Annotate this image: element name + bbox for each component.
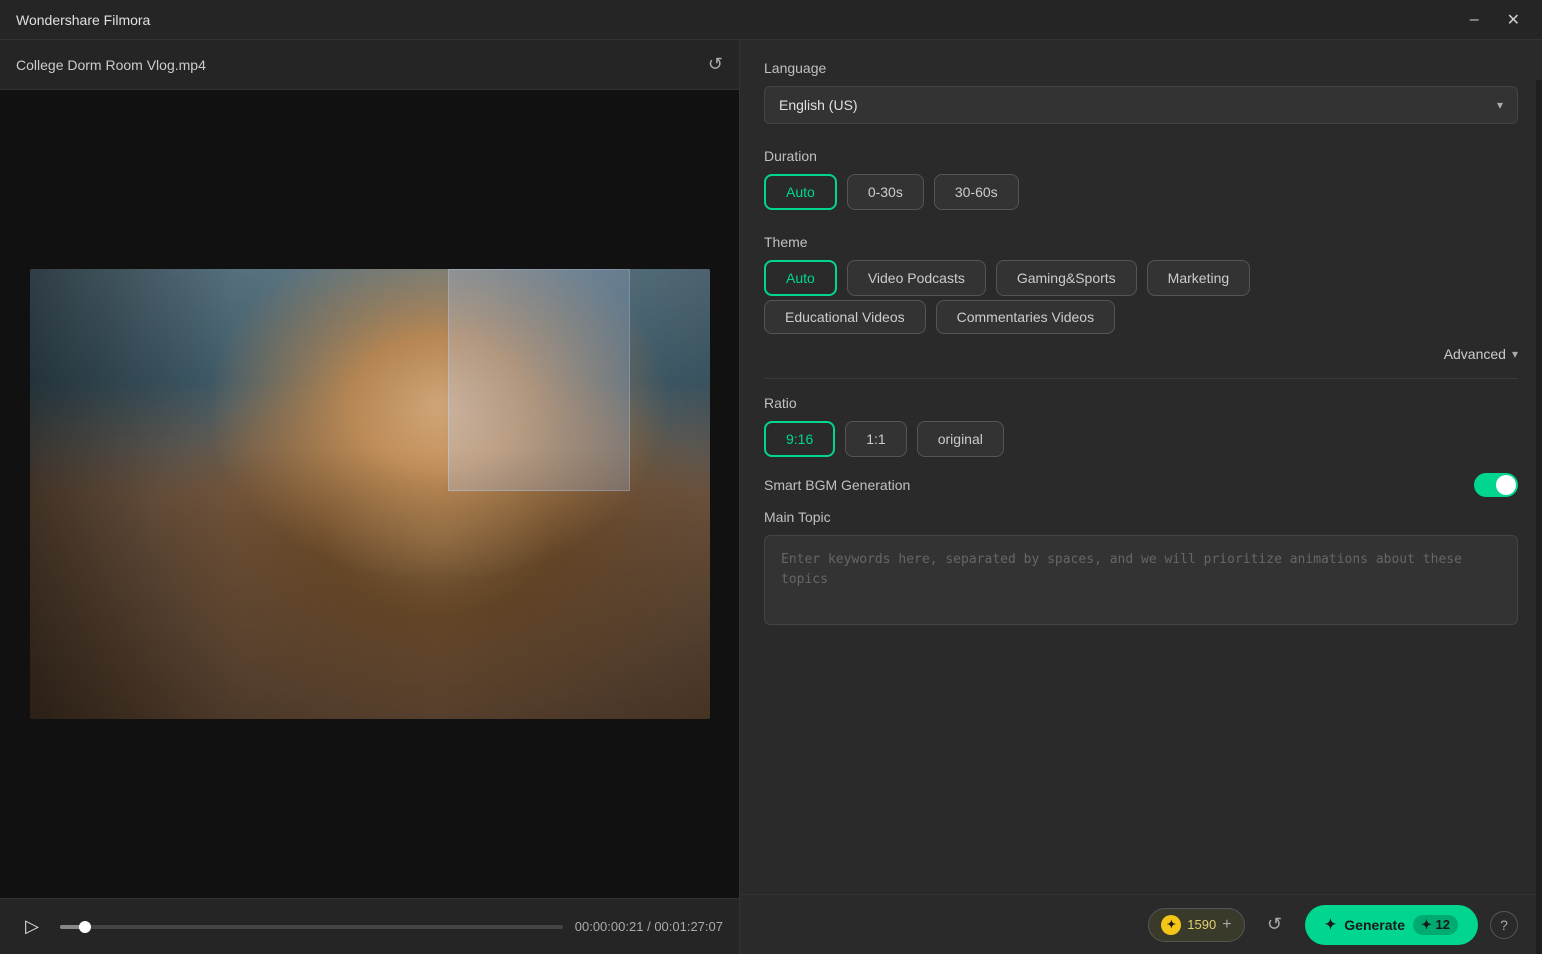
generate-count-badge: ✦ 12 bbox=[1413, 915, 1458, 935]
theme-marketing-button[interactable]: Marketing bbox=[1147, 260, 1250, 296]
video-thumbnail bbox=[30, 269, 710, 719]
bottom-bar: ✦ 1590 + ↺ ✦ Generate ✦ 12 ? bbox=[740, 894, 1542, 954]
advanced-section[interactable]: Advanced ▾ bbox=[764, 338, 1518, 370]
smart-bgm-row: Smart BGM Generation bbox=[764, 473, 1518, 497]
ratio-1-1-button[interactable]: 1:1 bbox=[845, 421, 906, 457]
generate-button[interactable]: ✦ Generate ✦ 12 bbox=[1305, 905, 1478, 945]
credit-plus-button[interactable]: + bbox=[1222, 916, 1231, 934]
titlebar: Wondershare Filmora – ✕ bbox=[0, 0, 1542, 40]
current-time: 00:00:00:21 bbox=[575, 919, 644, 934]
main-layout: College Dorm Room Vlog.mp4 ↺ ▷ 00:00:00:… bbox=[0, 40, 1542, 954]
theme-options-row1: Auto Video Podcasts Gaming&Sports Market… bbox=[764, 260, 1518, 296]
main-topic-label: Main Topic bbox=[764, 509, 1518, 525]
duration-label: Duration bbox=[764, 148, 1518, 164]
language-label: Language bbox=[764, 60, 1518, 76]
file-name: College Dorm Room Vlog.mp4 bbox=[16, 57, 206, 73]
video-controls: ▷ 00:00:00:21 / 00:01:27:07 bbox=[0, 898, 739, 954]
ratio-original-button[interactable]: original bbox=[917, 421, 1004, 457]
right-panel: Language English (US) ▾ Duration Auto 0-… bbox=[740, 40, 1542, 954]
video-container bbox=[0, 90, 739, 898]
generate-icon: ✦ bbox=[1325, 916, 1337, 933]
ratio-options: 9:16 1:1 original bbox=[764, 421, 1518, 457]
progress-thumb bbox=[79, 921, 91, 933]
time-display: 00:00:00:21 / 00:01:27:07 bbox=[575, 919, 723, 934]
main-topic-input[interactable] bbox=[764, 535, 1518, 625]
total-time: 00:01:27:07 bbox=[654, 919, 723, 934]
refresh-action-icon: ↺ bbox=[1267, 914, 1282, 935]
video-frame bbox=[30, 269, 710, 719]
theme-label: Theme bbox=[764, 234, 1518, 250]
dropdown-arrow-icon: ▾ bbox=[1497, 98, 1503, 112]
generate-label: Generate bbox=[1344, 917, 1405, 933]
app-title: Wondershare Filmora bbox=[16, 12, 150, 28]
theme-auto-button[interactable]: Auto bbox=[764, 260, 837, 296]
theme-educational-button[interactable]: Educational Videos bbox=[764, 300, 926, 334]
credit-icon: ✦ bbox=[1161, 915, 1181, 935]
generate-count: 12 bbox=[1436, 917, 1450, 932]
generate-icon-2: ✦ bbox=[1421, 917, 1432, 932]
language-selected: English (US) bbox=[779, 97, 858, 113]
theme-options-row2: Educational Videos Commentaries Videos bbox=[764, 300, 1518, 334]
credit-amount: 1590 bbox=[1187, 917, 1216, 932]
duration-30-60s-button[interactable]: 30-60s bbox=[934, 174, 1019, 210]
play-icon: ▷ bbox=[25, 916, 39, 937]
toggle-knob bbox=[1496, 475, 1516, 495]
help-button[interactable]: ? bbox=[1490, 911, 1518, 939]
duration-auto-button[interactable]: Auto bbox=[764, 174, 837, 210]
refresh-button[interactable]: ↺ bbox=[708, 54, 723, 75]
time-separator: / bbox=[647, 919, 651, 934]
ratio-label: Ratio bbox=[764, 395, 1518, 411]
file-bar: College Dorm Room Vlog.mp4 ↺ bbox=[0, 40, 739, 90]
bottom-spacer bbox=[764, 625, 1518, 695]
advanced-arrow-icon: ▾ bbox=[1512, 347, 1518, 361]
theme-commentaries-button[interactable]: Commentaries Videos bbox=[936, 300, 1115, 334]
duration-options: Auto 0-30s 30-60s bbox=[764, 174, 1518, 210]
play-button[interactable]: ▷ bbox=[16, 911, 48, 943]
scrollbar[interactable] bbox=[1536, 80, 1542, 954]
window-controls: – ✕ bbox=[1464, 8, 1526, 32]
credit-badge: ✦ 1590 + bbox=[1148, 908, 1244, 942]
left-panel: College Dorm Room Vlog.mp4 ↺ ▷ 00:00:00:… bbox=[0, 40, 740, 954]
refresh-action-button[interactable]: ↺ bbox=[1257, 907, 1293, 943]
theme-video-podcasts-button[interactable]: Video Podcasts bbox=[847, 260, 986, 296]
smart-bgm-label: Smart BGM Generation bbox=[764, 477, 910, 493]
ratio-9-16-button[interactable]: 9:16 bbox=[764, 421, 835, 457]
advanced-label: Advanced bbox=[1444, 346, 1506, 362]
theme-gaming-sports-button[interactable]: Gaming&Sports bbox=[996, 260, 1137, 296]
duration-0-30s-button[interactable]: 0-30s bbox=[847, 174, 924, 210]
close-button[interactable]: ✕ bbox=[1501, 8, 1526, 32]
credit-icon-symbol: ✦ bbox=[1167, 918, 1176, 931]
language-dropdown[interactable]: English (US) ▾ bbox=[764, 86, 1518, 124]
progress-track[interactable] bbox=[60, 925, 563, 929]
smart-bgm-toggle[interactable] bbox=[1474, 473, 1518, 497]
divider bbox=[764, 378, 1518, 379]
minimize-button[interactable]: – bbox=[1464, 8, 1485, 32]
